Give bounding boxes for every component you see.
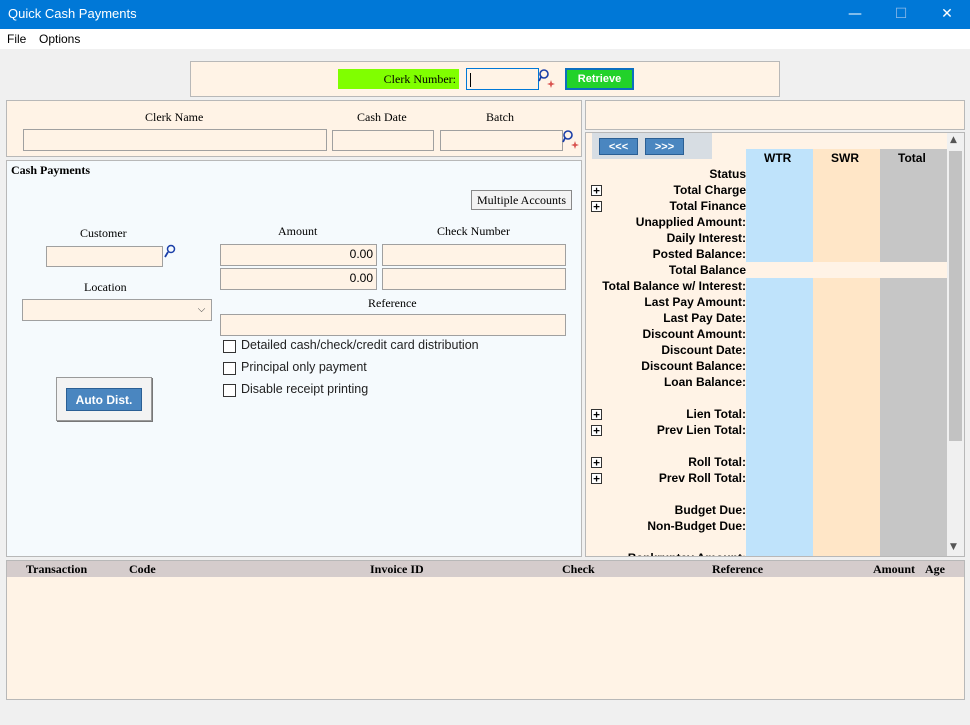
- amount-field-2[interactable]: 0.00: [220, 268, 377, 290]
- col-header-total: Total: [898, 151, 926, 165]
- scroll-down-icon[interactable]: ▼: [950, 542, 957, 552]
- balance-row-label: Posted Balance:: [652, 247, 746, 261]
- balance-row-label: Last Pay Amount:: [644, 295, 746, 309]
- balance-row-label: Discount Date:: [661, 343, 746, 357]
- scroll-up-icon[interactable]: ▲: [950, 135, 957, 145]
- balance-row-label: Discount Balance:: [641, 359, 746, 373]
- maximize-button[interactable]: ☐: [878, 0, 924, 29]
- menu-options[interactable]: Options: [39, 32, 80, 46]
- principal-only-label: Principal only payment: [241, 360, 367, 374]
- clerk-name-field[interactable]: [23, 129, 327, 151]
- clerk-panel: Clerk Number: Retrieve: [190, 61, 780, 97]
- batch-label: Batch: [486, 110, 514, 124]
- balance-row-label: Budget Due:: [674, 503, 746, 517]
- customer-lookup-icon[interactable]: [163, 244, 177, 260]
- vertical-scrollbar[interactable]: ▲ ▼: [947, 133, 964, 556]
- clerk-number-input[interactable]: [466, 68, 539, 90]
- swr-column: [813, 149, 880, 556]
- chevron-down-icon[interactable]: ⌵: [192, 300, 211, 320]
- multiple-accounts-button[interactable]: Multiple Accounts: [471, 190, 572, 210]
- detailed-distribution-label: Detailed cash/check/credit card distribu…: [241, 338, 479, 352]
- disable-receipt-checkbox[interactable]: [223, 384, 236, 397]
- balance-row-label: Total Balance: [668, 263, 746, 277]
- location-dropdown[interactable]: ⌵: [22, 299, 212, 321]
- check-number-field-2[interactable]: [382, 268, 566, 290]
- balance-row-label: Total Charge: [673, 183, 746, 197]
- customer-field[interactable]: [46, 246, 163, 267]
- balance-row-label: Discount Amount:: [642, 327, 746, 341]
- balance-row-label: Daily Interest:: [666, 231, 746, 245]
- balance-row-label: Roll Total:: [688, 455, 746, 469]
- col-amount: Amount: [873, 562, 916, 576]
- minimize-button[interactable]: —: [832, 0, 878, 29]
- expand-plus-icon[interactable]: +: [591, 457, 602, 468]
- title-bar: Quick Cash Payments — ☐ ✕: [0, 0, 970, 29]
- expand-plus-icon[interactable]: +: [591, 185, 602, 196]
- balance-row-label: Bankruptcy Amount:: [586, 551, 746, 556]
- auto-dist-frame: Auto Dist.: [56, 377, 152, 421]
- cash-payments-panel: Cash Payments Multiple Accounts Customer…: [6, 160, 582, 557]
- balance-row-label: Non-Budget Due:: [647, 519, 746, 533]
- clerk-name-label: Clerk Name: [145, 110, 204, 124]
- batch-lookup-icon[interactable]: [562, 129, 580, 149]
- balance-row-label: Status: [709, 167, 746, 181]
- expand-plus-icon[interactable]: +: [591, 409, 602, 420]
- expand-plus-icon[interactable]: +: [591, 201, 602, 212]
- col-code: Code: [129, 562, 156, 576]
- balance-row-labels: Status Total Charge + Total Finance + Unappli…: [586, 167, 746, 556]
- total-balance-row-highlight: [746, 262, 947, 278]
- window-title: Quick Cash Payments: [8, 6, 137, 21]
- col-check: Check: [562, 562, 595, 576]
- batch-field[interactable]: [440, 130, 563, 151]
- header-panel: Clerk Name Cash Date Batch: [6, 100, 582, 157]
- retrieve-button[interactable]: Retrieve: [565, 68, 634, 90]
- scrollbar-thumb[interactable]: [949, 151, 962, 441]
- col-age: Age: [925, 562, 945, 576]
- customer-label: Customer: [80, 226, 127, 240]
- total-column: [880, 149, 947, 556]
- transactions-header: Transaction Code Invoice ID Check Refere…: [7, 561, 964, 577]
- col-header-wtr: WTR: [764, 151, 792, 165]
- balance-row-label: Unapplied Amount:: [635, 215, 746, 229]
- summary-header-panel: [585, 100, 965, 130]
- auto-dist-button[interactable]: Auto Dist.: [66, 388, 142, 411]
- disable-receipt-label: Disable receipt printing: [241, 382, 369, 396]
- next-button[interactable]: >>>: [645, 138, 684, 155]
- clerk-lookup-icon[interactable]: [538, 68, 556, 88]
- check-number-label: Check Number: [437, 224, 510, 238]
- menu-file[interactable]: File: [7, 32, 26, 46]
- check-number-field-1[interactable]: [382, 244, 566, 266]
- detailed-distribution-checkbox[interactable]: [223, 340, 236, 353]
- col-transaction: Transaction: [26, 562, 88, 576]
- reference-field[interactable]: [220, 314, 566, 336]
- location-label: Location: [84, 280, 127, 294]
- prev-button[interactable]: <<<: [599, 138, 638, 155]
- transactions-grid: Transaction Code Invoice ID Check Refere…: [6, 560, 965, 700]
- close-button[interactable]: ✕: [924, 0, 970, 29]
- menu-bar: File Options: [0, 29, 970, 49]
- balance-row-label: Total Balance w/ Interest:: [602, 279, 746, 293]
- amount-field-1[interactable]: 0.00: [220, 244, 377, 266]
- balances-panel: <<< >>> WTR SWR Total Status Total Charge…: [585, 132, 965, 557]
- principal-only-checkbox[interactable]: [223, 362, 236, 375]
- expand-plus-icon[interactable]: +: [591, 425, 602, 436]
- cash-date-field[interactable]: [332, 130, 434, 151]
- expand-plus-icon[interactable]: +: [591, 473, 602, 484]
- balance-row-label: Lien Total:: [686, 407, 746, 421]
- wtr-column: [746, 149, 813, 556]
- balance-row-label: Prev Lien Total:: [656, 423, 746, 437]
- reference-label: Reference: [368, 296, 417, 310]
- balance-row-label: Last Pay Date:: [663, 311, 746, 325]
- col-invoice-id: Invoice ID: [370, 562, 424, 576]
- balance-row-label: Total Finance: [669, 199, 746, 213]
- amount-label: Amount: [278, 224, 318, 238]
- cash-payments-title: Cash Payments: [11, 163, 91, 177]
- col-header-swr: SWR: [831, 151, 859, 165]
- cash-date-label: Cash Date: [357, 110, 407, 124]
- clerk-number-label: Clerk Number:: [338, 69, 459, 89]
- col-reference: Reference: [712, 562, 764, 576]
- balance-row-label: Prev Roll Total:: [658, 471, 746, 485]
- balance-row-label: Loan Balance:: [663, 375, 746, 389]
